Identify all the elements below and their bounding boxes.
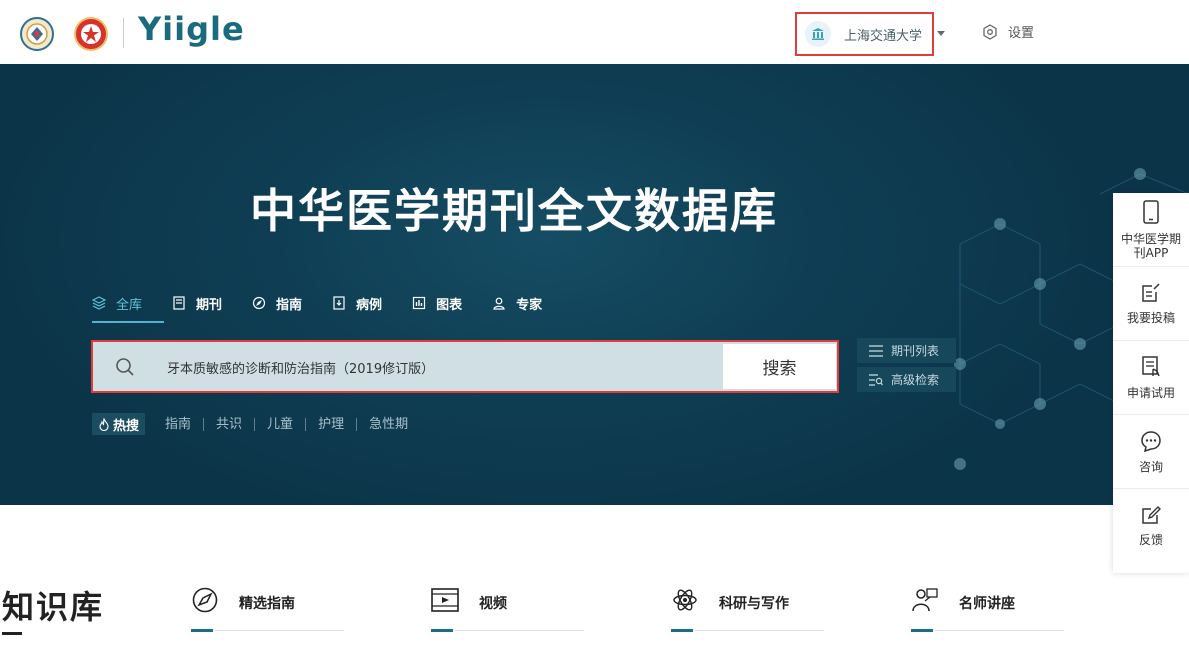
phone-icon [1143,199,1159,224]
top-header: Yiigle 上海交通大学 设置 [0,0,1189,64]
flame-icon [99,417,109,431]
category-guides[interactable]: 精选指南 [191,586,344,632]
hot-item[interactable]: 急性期 [357,418,420,431]
rail-label: 申请试用 [1126,385,1175,400]
tab-label: 病例 [356,297,383,313]
rail-label: 我要投稿 [1126,310,1175,325]
chat-icon [1141,430,1161,452]
tab-chart[interactable]: 图表 [412,292,462,314]
tab-label: 期刊 [196,297,223,313]
chevron-down-icon[interactable] [937,31,945,36]
hot-searches: 热搜 指南 共识 儿童 护理 急性期 [92,413,420,435]
atom-icon [671,586,699,614]
active-tab-indicator [92,321,164,323]
gear-icon [983,23,997,40]
knowledge-base-title: 知识库 [2,588,105,626]
association-logo[interactable] [72,16,110,52]
rail-submit[interactable]: 我要投稿 [1113,267,1189,341]
compass-icon [191,586,219,614]
hot-label: 热搜 [92,413,146,435]
rail-app-download[interactable]: 中华医学期刊APP [1113,193,1189,267]
institution-name: 上海交通大学 [844,28,923,44]
hot-item[interactable]: 护理 [306,417,358,431]
rail-label: 咨询 [1138,459,1163,474]
rail-consult[interactable]: 咨询 [1113,415,1189,489]
lecturer-icon [911,586,939,614]
tab-case[interactable]: 病例 [332,292,382,314]
hot-label-text: 热搜 [113,418,140,434]
side-link-label: 高级检索 [891,373,940,387]
hot-item[interactable]: 指南 [153,417,205,431]
rail-apply-trial[interactable]: 申请试用 [1113,341,1189,415]
rail-feedback[interactable]: 反馈 [1113,489,1189,563]
category-research-writing[interactable]: 科研与写作 [671,586,824,632]
settings-link[interactable]: 设置 [982,22,1034,41]
university-logo[interactable] [18,16,56,52]
tab-expert[interactable]: 专家 [492,292,542,314]
section-underline [2,632,22,635]
search-type-tabs: 全库 期刊 指南 病例 图表 专家 [92,292,572,324]
category-label: 精选指南 [239,596,295,612]
expert-icon [493,297,505,310]
advanced-search-link[interactable]: 高级检索 [857,367,956,392]
brand-logo[interactable]: Yiigle [138,10,245,48]
settings-label: 设置 [1008,26,1035,41]
search-button[interactable]: 搜索 [723,344,836,389]
category-accent-bar [671,629,693,632]
list-icon [869,344,883,357]
chart-icon [412,296,426,310]
rail-label: 中华医学期刊APP [1120,231,1181,260]
video-icon [431,586,459,614]
tab-guide[interactable]: 指南 [252,292,302,314]
tab-label: 指南 [276,297,303,313]
side-link-label: 期刊列表 [891,344,940,358]
decorative-hexagon-pattern [954,168,1189,470]
hero-banner: 中华医学期刊全文数据库 全库 期刊 指南 病例 图表 专家 牙本质敏感的诊断和防… [0,64,1189,505]
edit-doc-icon [1142,282,1160,302]
hot-item[interactable]: 共识 [204,417,256,431]
category-label: 科研与写作 [719,596,789,612]
category-accent-bar [431,629,453,632]
tab-journal[interactable]: 期刊 [172,292,222,314]
search-bar: 牙本质敏感的诊断和防治指南（2019修订版） 搜索 [91,340,839,393]
institution-selector[interactable]: 上海交通大学 [795,12,934,56]
tab-label: 图表 [436,297,463,313]
search-icon [116,358,134,376]
tab-all[interactable]: 全库 [92,292,142,314]
category-accent-bar [911,629,933,632]
category-label: 名师讲座 [959,596,1015,612]
category-accent-bar [191,629,213,632]
tab-label: 全库 [116,297,143,313]
case-icon [333,296,345,310]
category-label: 视频 [479,596,507,612]
compass-icon [252,296,266,310]
hot-item[interactable]: 儿童 [255,417,307,431]
journal-icon [173,296,185,310]
layers-icon [92,296,106,310]
institution-icon [805,21,831,47]
hero-title: 中华医学期刊全文数据库 [250,184,778,238]
feedback-icon [1142,506,1161,524]
journal-list-link[interactable]: 期刊列表 [857,338,956,363]
rail-label: 反馈 [1138,533,1163,547]
apply-icon [1142,355,1160,376]
category-video[interactable]: 视频 [431,586,584,632]
floating-side-rail: 中华医学期刊APP 我要投稿 申请试用 咨询 反馈 [1113,193,1189,573]
category-lectures[interactable]: 名师讲座 [911,586,1064,632]
logo-divider [123,18,124,48]
tab-label: 专家 [516,297,543,313]
search-input[interactable]: 牙本质敏感的诊断和防治指南（2019修订版） [167,358,434,377]
advanced-search-icon [869,373,883,386]
